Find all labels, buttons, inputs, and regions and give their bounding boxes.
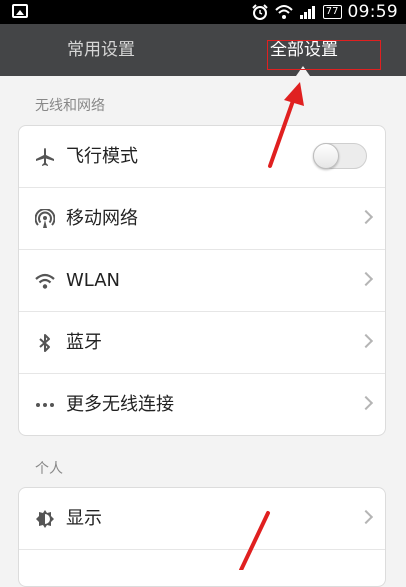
settings-item-label: 蓝牙 — [66, 332, 102, 353]
status-bar: 77 09:59 — [0, 0, 406, 24]
settings-item-label: 飞行模式 — [66, 146, 138, 167]
section-title-personal: 个人 — [35, 461, 63, 477]
battery-icon: 77 — [322, 5, 342, 19]
image-icon — [12, 4, 28, 18]
settings-item-more-wireless[interactable]: 更多无线连接 — [19, 374, 385, 435]
clock: 09:59 — [347, 2, 398, 22]
wifi-icon — [35, 273, 55, 289]
bluetooth-icon — [39, 334, 50, 352]
airplane-mode-toggle[interactable] — [313, 143, 367, 169]
annotation-arrow-bottom — [239, 511, 270, 570]
wireless-settings-card: 飞行模式 移动网络 WLAN 蓝牙 更多无线连接 — [18, 125, 386, 436]
settings-item-bluetooth[interactable]: 蓝牙 — [19, 312, 385, 374]
chevron-right-icon — [358, 509, 374, 525]
settings-item-label: 移动网络 — [66, 208, 138, 229]
settings-item-wlan[interactable]: WLAN — [19, 250, 385, 312]
settings-item-mobile-network[interactable]: 移动网络 — [19, 188, 385, 250]
alarm-icon — [252, 4, 268, 20]
settings-item-label: 更多无线连接 — [66, 394, 174, 415]
settings-item-display[interactable]: 显示 — [19, 488, 385, 550]
chevron-right-icon — [358, 395, 374, 411]
chevron-right-icon — [358, 209, 374, 225]
section-title-wireless: 无线和网络 — [35, 98, 105, 114]
chevron-right-icon — [358, 271, 374, 287]
wifi-icon — [275, 5, 293, 19]
toggle-knob — [313, 143, 339, 169]
chevron-right-icon — [358, 333, 374, 349]
annotation-arrow-up — [268, 82, 304, 168]
signal-icon — [299, 6, 315, 19]
airplane-icon — [36, 148, 54, 166]
settings-item-label: 显示 — [66, 508, 102, 529]
more-icon — [36, 403, 54, 407]
settings-item-airplane-mode[interactable]: 飞行模式 — [19, 126, 385, 188]
display-gear-icon — [36, 510, 54, 528]
status-bar-right: 77 09:59 — [251, 2, 398, 22]
annotation-highlight-box — [267, 40, 381, 70]
settings-item-label: WLAN — [66, 270, 121, 291]
settings-item-partial[interactable] — [19, 550, 385, 586]
tab-common-settings[interactable]: 常用设置 — [67, 24, 135, 76]
personal-settings-card: 显示 — [18, 487, 386, 587]
mobile-network-icon — [35, 209, 55, 228]
